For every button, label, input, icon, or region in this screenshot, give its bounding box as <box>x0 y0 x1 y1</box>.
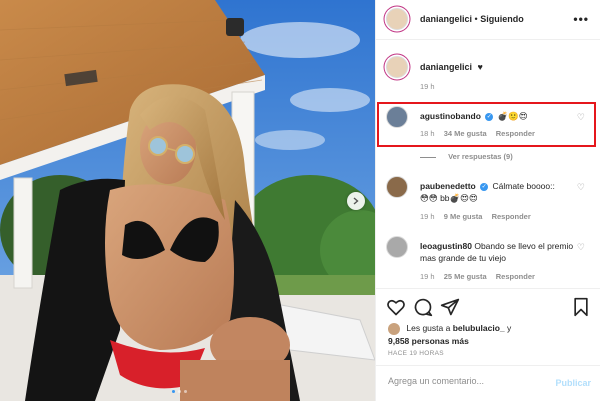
comment-likes[interactable]: 9 Me gusta <box>444 212 483 221</box>
likes-count[interactable]: 9,858 personas más <box>388 336 469 346</box>
commenter-avatar[interactable] <box>386 106 408 128</box>
heart-icon[interactable] <box>386 297 406 317</box>
caption: daniangelici ♥ <box>420 62 483 72</box>
comment-meta: 18 h 34 Me gusta Responder <box>420 129 542 138</box>
post-photo[interactable] <box>0 0 375 401</box>
comment-body: Cálmate boooo:: <box>492 181 555 191</box>
comment-time: 18 h <box>420 129 435 138</box>
action-bar <box>376 288 600 322</box>
commenter-avatar[interactable] <box>386 176 408 198</box>
comment-likes[interactable]: 25 Me gusta <box>444 272 487 281</box>
comment-input[interactable] <box>388 376 538 386</box>
comment-time: 19 h <box>420 212 435 221</box>
author-avatar[interactable] <box>386 8 408 30</box>
chevron-right-icon <box>353 197 359 205</box>
more-options-icon[interactable]: ••• <box>573 12 589 26</box>
commenter-avatar[interactable] <box>386 236 408 258</box>
reply-button[interactable]: Responder <box>496 129 535 138</box>
comment-text: agustinobando ✓ 💣🙂😍 <box>420 110 588 122</box>
comment-time: 19 h <box>420 272 435 281</box>
caption-username[interactable]: daniangelici <box>420 62 472 72</box>
comment-username[interactable]: paubenedetto <box>420 181 476 191</box>
verified-badge-icon: ✓ <box>480 182 489 191</box>
highlight-box <box>377 102 596 147</box>
likes-summary: Les gusta a belubulacio_ y 9,858 persona… <box>388 322 511 347</box>
comment-icon[interactable] <box>413 297 433 317</box>
bookmark-icon[interactable] <box>571 297 591 317</box>
comment-username[interactable]: agustinobando <box>420 111 481 121</box>
caption-avatar[interactable] <box>386 56 408 78</box>
comment-body: 💣🙂😍 <box>497 111 528 121</box>
caption-time: 19 h <box>420 82 435 91</box>
caption-text: ♥ <box>477 62 483 72</box>
post-header: daniangelici • Siguiendo ••• <box>376 0 600 40</box>
view-replies-button[interactable]: Ver respuestas (9) <box>420 152 513 161</box>
comment-like-heart-icon[interactable]: ♡ <box>577 182 585 193</box>
replies-line <box>420 156 436 158</box>
comment-likes[interactable]: 34 Me gusta <box>444 129 487 138</box>
likes-suffix: y <box>507 323 512 333</box>
comment-username[interactable]: leoagustin80 <box>420 241 472 251</box>
header-separator: • <box>474 14 478 24</box>
liker-username[interactable]: belubulacio_ <box>453 323 505 333</box>
comment-meta: 19 h 9 Me gusta Responder <box>420 212 538 221</box>
publish-button[interactable]: Publicar <box>555 378 591 388</box>
author-username[interactable]: daniangelici <box>420 14 472 24</box>
reply-button[interactable]: Responder <box>496 272 535 281</box>
comment-meta: 19 h 25 Me gusta Responder <box>420 272 542 281</box>
carousel-dot <box>172 390 175 393</box>
comment-text: leoagustin80 Obando se llevo el premio m… <box>420 240 588 264</box>
likes-prefix: Les gusta a <box>406 323 453 333</box>
view-replies-label: Ver respuestas (9) <box>448 152 513 161</box>
comment-text: paubenedetto ✓ Cálmate boooo:: 😳😳 bb💣😍😍 <box>420 180 588 204</box>
post-timestamp: HACE 19 HORAS <box>388 350 444 357</box>
carousel-dot <box>178 390 181 393</box>
post-side-panel: daniangelici • Siguiendo ••• daniangelic… <box>375 0 600 401</box>
reply-button[interactable]: Responder <box>492 212 531 221</box>
carousel-dot <box>184 390 187 393</box>
photo-illustration <box>0 0 375 401</box>
carousel-indicator <box>172 390 187 393</box>
comment-like-heart-icon[interactable]: ♡ <box>577 112 585 123</box>
add-comment-bar: Publicar <box>376 365 600 401</box>
comment-body-line2: 😳😳 bb💣😍😍 <box>420 193 478 203</box>
comment-like-heart-icon[interactable]: ♡ <box>577 242 585 253</box>
author-line: daniangelici • Siguiendo <box>420 14 524 24</box>
share-icon[interactable] <box>440 297 460 317</box>
next-photo-button[interactable] <box>347 192 365 210</box>
follow-status[interactable]: Siguiendo <box>480 14 524 24</box>
verified-badge-icon: ✓ <box>485 112 494 121</box>
liker-avatar[interactable] <box>388 322 400 335</box>
